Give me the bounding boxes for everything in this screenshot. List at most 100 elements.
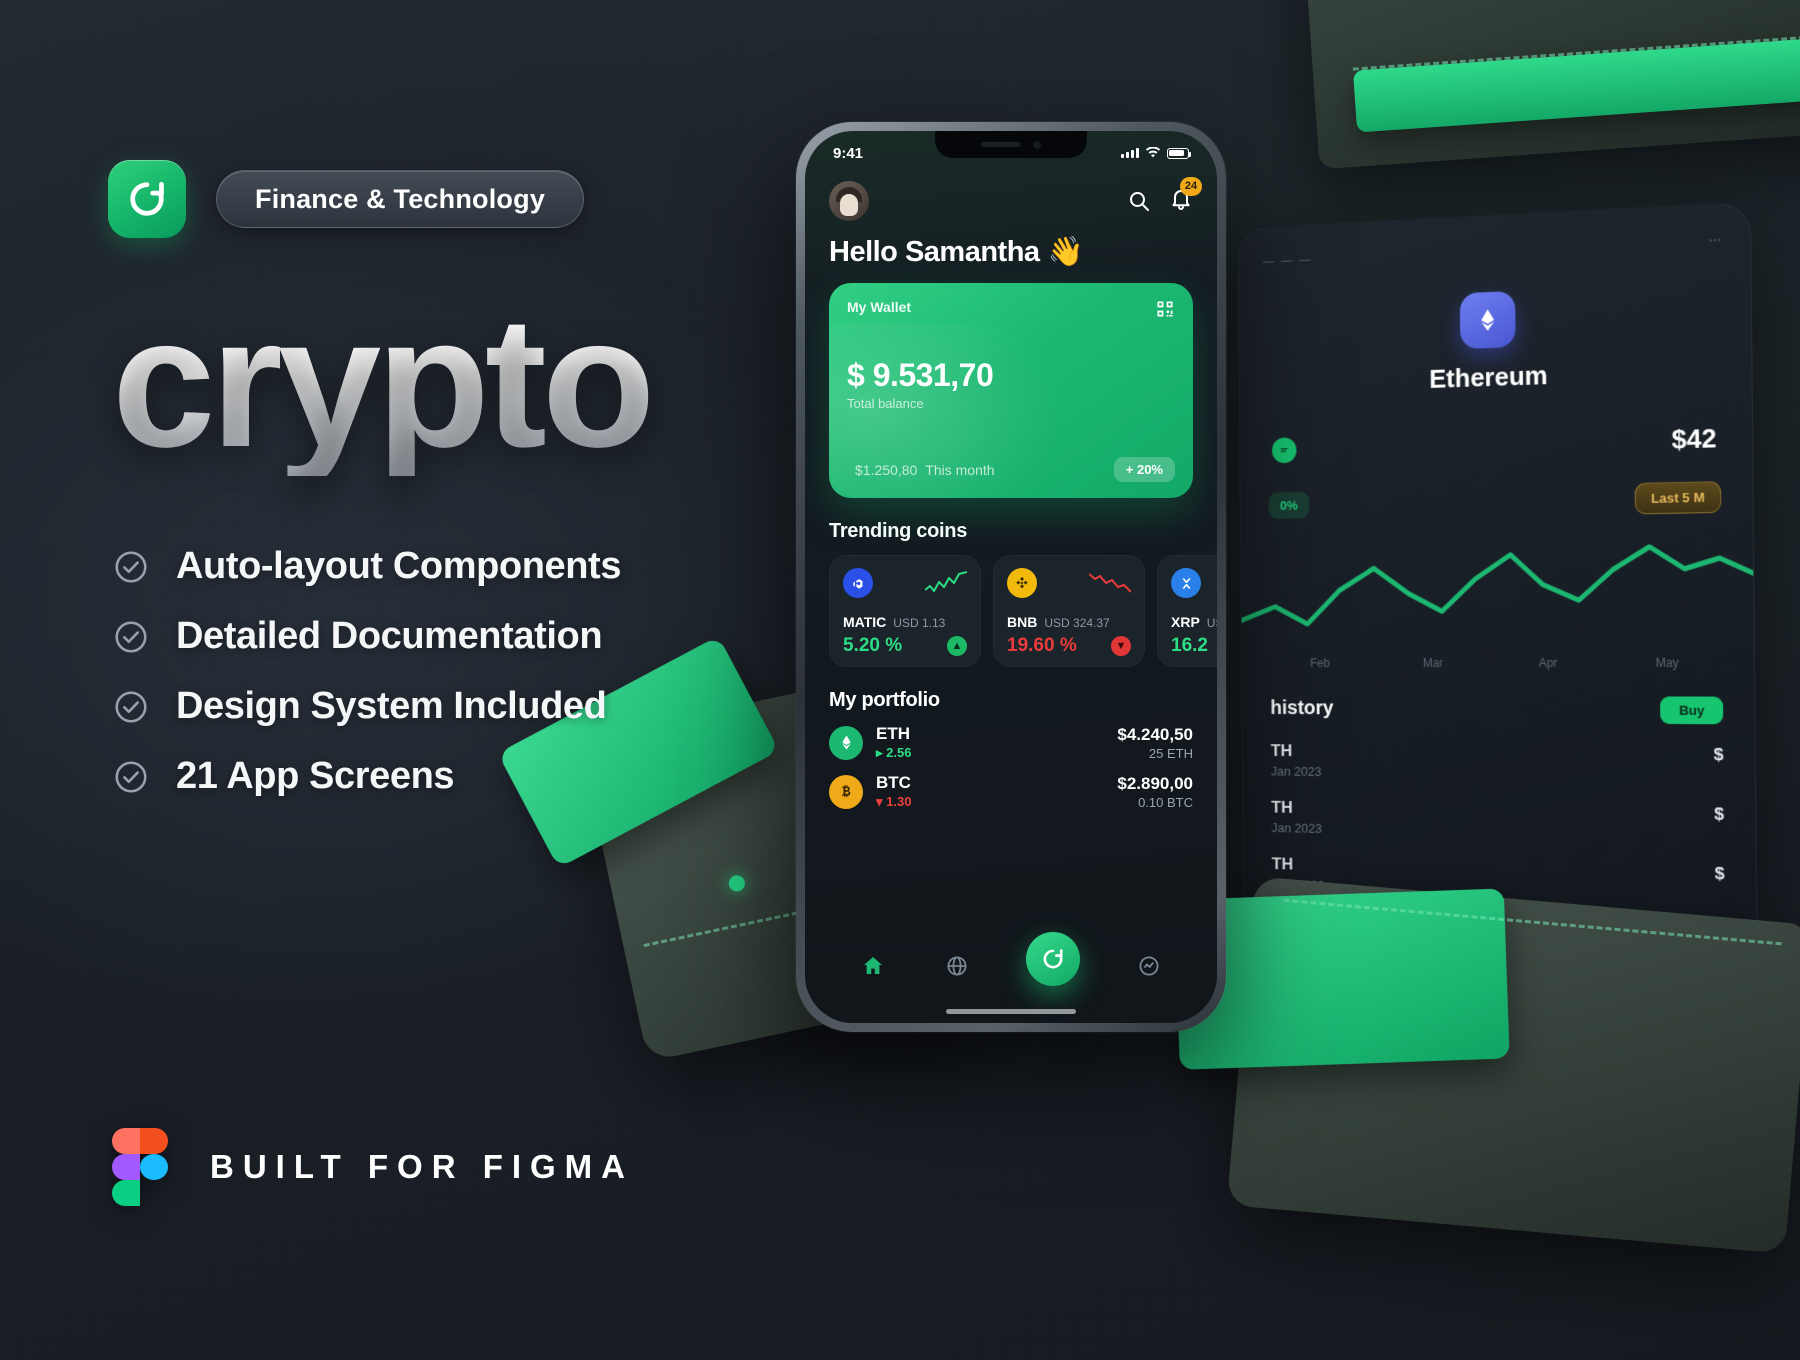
footer-label: BUILT FOR FIGMA bbox=[210, 1148, 635, 1185]
left-panel: Finance & Technology crypto Auto-layout … bbox=[0, 0, 900, 1360]
notification-badge: 24 bbox=[1180, 176, 1202, 196]
home-indicator bbox=[946, 1009, 1076, 1014]
feature-label: 21 App Screens bbox=[176, 755, 455, 797]
history-value: $ bbox=[1713, 744, 1724, 765]
sparkline-icon bbox=[925, 571, 967, 592]
ethereum-icon bbox=[1459, 290, 1516, 350]
portfolio-right: $4.240,50 25 ETH bbox=[1117, 725, 1193, 761]
list-item[interactable]: XRP USD 0.54 16.2 ▲ bbox=[1157, 555, 1217, 667]
coin-price: USD 324.37 bbox=[1044, 616, 1110, 630]
portfolio-amount: 0.10 BTC bbox=[1138, 794, 1193, 810]
background-screen-topbar: — — — ⋯ bbox=[1263, 222, 1724, 278]
header-actions: 24 bbox=[1127, 176, 1202, 216]
coin-symbol: XRP bbox=[1171, 614, 1200, 630]
background-chip-row: 0% Last 5 M bbox=[1268, 481, 1722, 521]
history-value: $ bbox=[1714, 804, 1725, 824]
list-item: 21 App Screens bbox=[112, 755, 621, 798]
history-symbol: TH bbox=[1271, 797, 1293, 817]
background-price: $42 bbox=[1671, 422, 1717, 455]
percent-chip: 0% bbox=[1268, 491, 1310, 519]
search-icon[interactable] bbox=[1127, 189, 1151, 213]
figma-logo-icon bbox=[112, 1128, 168, 1206]
history-symbol: TH bbox=[1271, 854, 1294, 874]
coin-card-top bbox=[1171, 568, 1217, 598]
month-tick: Apr bbox=[1538, 655, 1558, 670]
history-title: history bbox=[1270, 697, 1334, 720]
check-circle-icon bbox=[112, 758, 150, 796]
page-title: crypto bbox=[112, 279, 655, 486]
globe-icon[interactable] bbox=[942, 951, 972, 981]
background-app-screen: — — — ⋯ Ethereum $42 0% Last 5 M Feb Mar… bbox=[1237, 201, 1758, 985]
portfolio-left: ETH ▸ 2.56 bbox=[876, 724, 1104, 761]
bnb-icon bbox=[1007, 568, 1037, 598]
history-date: Jan 2023 bbox=[1271, 820, 1323, 836]
portfolio-symbol: BTC bbox=[876, 773, 911, 792]
mockup-area: — — — ⋯ Ethereum $42 0% Last 5 M Feb Mar… bbox=[497, 0, 1800, 1360]
history-left: TH Jan 2023 bbox=[1271, 798, 1322, 836]
list-item: Design System Included bbox=[112, 685, 621, 728]
coin-change-row: 16.2 ▲ bbox=[1171, 635, 1217, 657]
bell-icon[interactable]: 24 bbox=[1169, 176, 1202, 216]
coin-price: USD 0.54 bbox=[1206, 616, 1217, 630]
portfolio-left: BTC ▾ 1.30 bbox=[876, 773, 1104, 810]
feature-label: Design System Included bbox=[176, 685, 607, 727]
portfolio-price: $2.890,00 bbox=[1117, 773, 1193, 793]
wifi-icon bbox=[1145, 147, 1161, 158]
background-screen-dots-right: ⋯ bbox=[1708, 232, 1724, 248]
brand-row: Finance & Technology bbox=[108, 160, 585, 238]
history-left: TH Jan 2023 bbox=[1271, 741, 1322, 779]
coin-change: 16.2 bbox=[1171, 635, 1208, 656]
wallet-prop-top bbox=[1301, 0, 1800, 170]
list-item: Auto-layout Components bbox=[112, 545, 621, 588]
month-tick: Mar bbox=[1422, 656, 1444, 671]
table-row: TH Jan 2023 $ bbox=[1271, 741, 1724, 784]
list-item[interactable]: BNB USD 324.37 19.60 % ▼ bbox=[993, 555, 1145, 667]
table-row: TH Jan 2023 $ bbox=[1271, 798, 1724, 844]
coin-change: 19.60 % bbox=[1007, 635, 1077, 656]
battery-icon bbox=[1167, 147, 1191, 159]
swap-fab-icon[interactable] bbox=[1026, 932, 1080, 986]
line-chart-icon bbox=[1241, 523, 1754, 653]
signal-bars-icon bbox=[1121, 148, 1139, 158]
portfolio-price: $4.240,50 bbox=[1117, 724, 1193, 744]
buy-button[interactable]: Buy bbox=[1660, 696, 1724, 725]
poster-stage: — — — ⋯ Ethereum $42 0% Last 5 M Feb Mar… bbox=[0, 0, 1800, 1360]
background-price-row: $42 bbox=[1271, 422, 1717, 466]
check-circle-icon bbox=[112, 618, 150, 656]
currency-dot-icon bbox=[1271, 436, 1297, 463]
category-pill: Finance & Technology bbox=[216, 170, 585, 228]
xrp-icon bbox=[1171, 568, 1201, 598]
sparkline-icon bbox=[1089, 573, 1131, 593]
month-tick: Feb bbox=[1309, 656, 1330, 671]
history-header: history Buy bbox=[1270, 695, 1724, 725]
feature-label: Auto-layout Components bbox=[176, 545, 622, 587]
arrow-down-icon: ▼ bbox=[1111, 636, 1131, 656]
portfolio-amount: 25 ETH bbox=[1148, 745, 1193, 761]
portfolio-delta: ▾ 1.30 bbox=[876, 794, 912, 809]
background-screen-dots: — — — bbox=[1262, 252, 1313, 269]
wallet-prop-bottom-right bbox=[1173, 876, 1800, 1254]
check-circle-icon bbox=[112, 688, 150, 726]
portfolio-delta: ▸ 2.56 bbox=[876, 745, 912, 760]
check-circle-icon bbox=[112, 548, 150, 586]
coin-price: USD 1.13 bbox=[893, 616, 946, 630]
coin-name-row: XRP USD 0.54 bbox=[1171, 614, 1217, 630]
status-indicators bbox=[1121, 147, 1191, 159]
portfolio-right: $2.890,00 0.10 BTC bbox=[1117, 774, 1193, 810]
range-chip[interactable]: Last 5 M bbox=[1634, 481, 1722, 515]
list-item: Detailed Documentation bbox=[112, 615, 621, 658]
coin-change-row: 19.60 % ▼ bbox=[1007, 635, 1131, 657]
history-date: Jan 2023 bbox=[1270, 763, 1322, 779]
coin-symbol: BNB bbox=[1007, 614, 1038, 630]
arrow-up-icon: ▲ bbox=[947, 636, 967, 656]
circular-arc-icon bbox=[108, 160, 186, 238]
wave-emoji-icon: 👋 bbox=[1047, 236, 1084, 268]
chart-month-ticks: Feb Mar Apr May bbox=[1264, 656, 1729, 671]
coin-name-row: BNB USD 324.37 bbox=[1007, 614, 1131, 630]
category-label: Finance & Technology bbox=[255, 183, 546, 214]
portfolio-symbol: ETH bbox=[876, 724, 910, 743]
background-coin-name: Ethereum bbox=[1429, 359, 1548, 394]
wallet-month-caption: This month bbox=[925, 461, 995, 478]
activity-icon[interactable] bbox=[1134, 951, 1164, 981]
qr-code-icon[interactable] bbox=[1155, 299, 1175, 319]
